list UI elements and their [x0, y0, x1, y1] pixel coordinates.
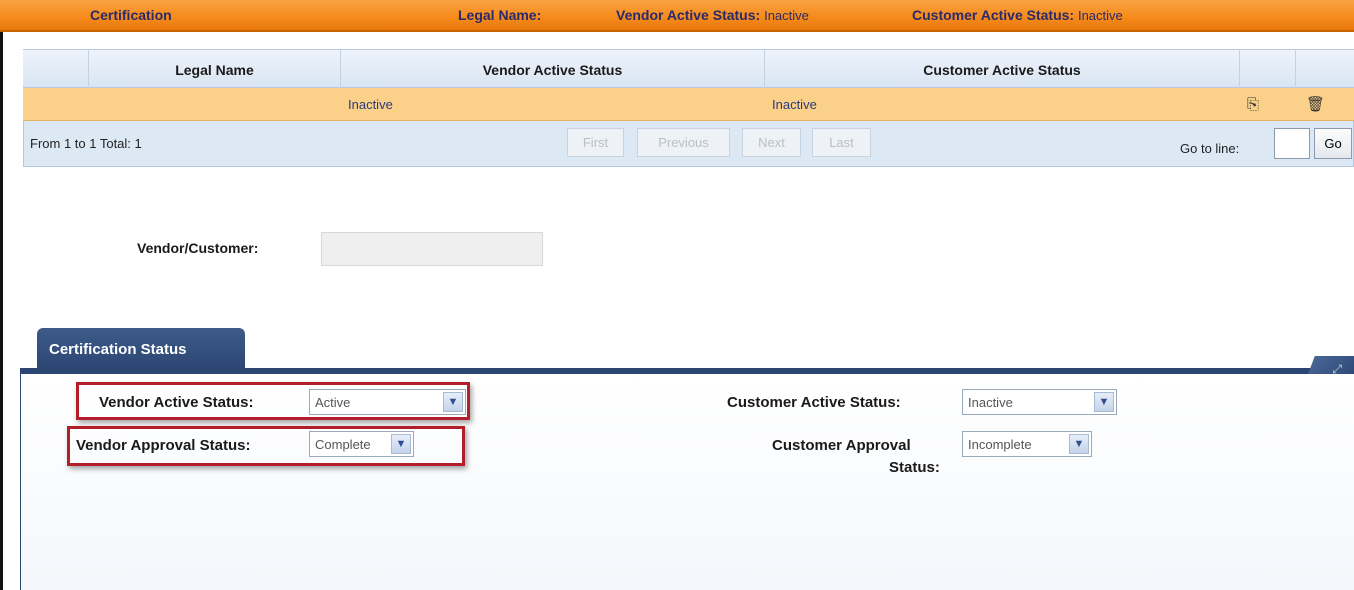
results-grid: Legal Name Vendor Active Status Customer…: [23, 49, 1354, 167]
grid-header-customer-status[interactable]: Customer Active Status: [765, 50, 1240, 89]
tab-certification-status[interactable]: Certification Status: [37, 328, 245, 370]
customer-active-status-select[interactable]: Inactive ▼: [962, 389, 1117, 415]
grid-header-copy: [1240, 50, 1296, 89]
vendor-customer-field[interactable]: [321, 232, 543, 266]
customer-approval-status-select[interactable]: Incomplete ▼: [962, 431, 1092, 457]
highlight-box-vendor-active: [76, 382, 470, 420]
grid-header-vendor-status[interactable]: Vendor Active Status: [341, 50, 765, 89]
grid-header-legal-name[interactable]: Legal Name: [89, 50, 341, 89]
header-customer-status: Customer Active Status: Inactive: [912, 7, 1123, 23]
highlight-box-vendor-approval: [67, 426, 465, 466]
header-legal-name-label: Legal Name:: [458, 7, 542, 23]
previous-button[interactable]: Previous: [637, 128, 730, 157]
vendor-customer-label: Vendor/Customer:: [137, 240, 259, 256]
pager-bar: From 1 to 1 Total: 1 First Previous Next…: [23, 121, 1354, 167]
customer-active-status-value: Inactive: [968, 394, 1013, 410]
frame-border: [0, 32, 3, 590]
next-button[interactable]: Next: [742, 128, 801, 157]
header-title: Certification: [90, 7, 172, 23]
cell-vendor-status: Inactive: [348, 97, 393, 112]
cell-customer-status: Inactive: [772, 97, 817, 112]
chevron-down-icon[interactable]: ▼: [1069, 434, 1089, 454]
goto-line-label: Go to line:: [1180, 141, 1240, 156]
header-vendor-status: Vendor Active Status: Inactive: [616, 7, 809, 23]
grid-header: Legal Name Vendor Active Status Customer…: [23, 49, 1354, 89]
customer-approval-status-value: Incomplete: [968, 436, 1032, 452]
copy-icon[interactable]: ⎘: [1244, 96, 1262, 114]
trash-icon[interactable]: 🗑: [1306, 96, 1325, 114]
first-button[interactable]: First: [567, 128, 624, 157]
cell-legal-name: [93, 88, 341, 121]
last-button[interactable]: Last: [812, 128, 871, 157]
pager-info: From 1 to 1 Total: 1: [30, 136, 142, 151]
goto-line-input[interactable]: [1274, 128, 1310, 159]
table-row[interactable]: Inactive Inactive ⎘ 🗑: [23, 88, 1354, 121]
header-bar: Certification Legal Name: Vendor Active …: [0, 0, 1354, 32]
customer-active-status-label: Customer Active Status:: [727, 394, 901, 411]
grid-header-select: [23, 50, 89, 89]
customer-approval-status-label-2: Status:: [889, 459, 940, 476]
chevron-down-icon[interactable]: ▼: [1094, 392, 1114, 412]
customer-approval-status-label: Customer Approval: [772, 437, 911, 454]
go-button[interactable]: Go: [1314, 128, 1352, 159]
grid-header-delete: [1296, 50, 1354, 89]
